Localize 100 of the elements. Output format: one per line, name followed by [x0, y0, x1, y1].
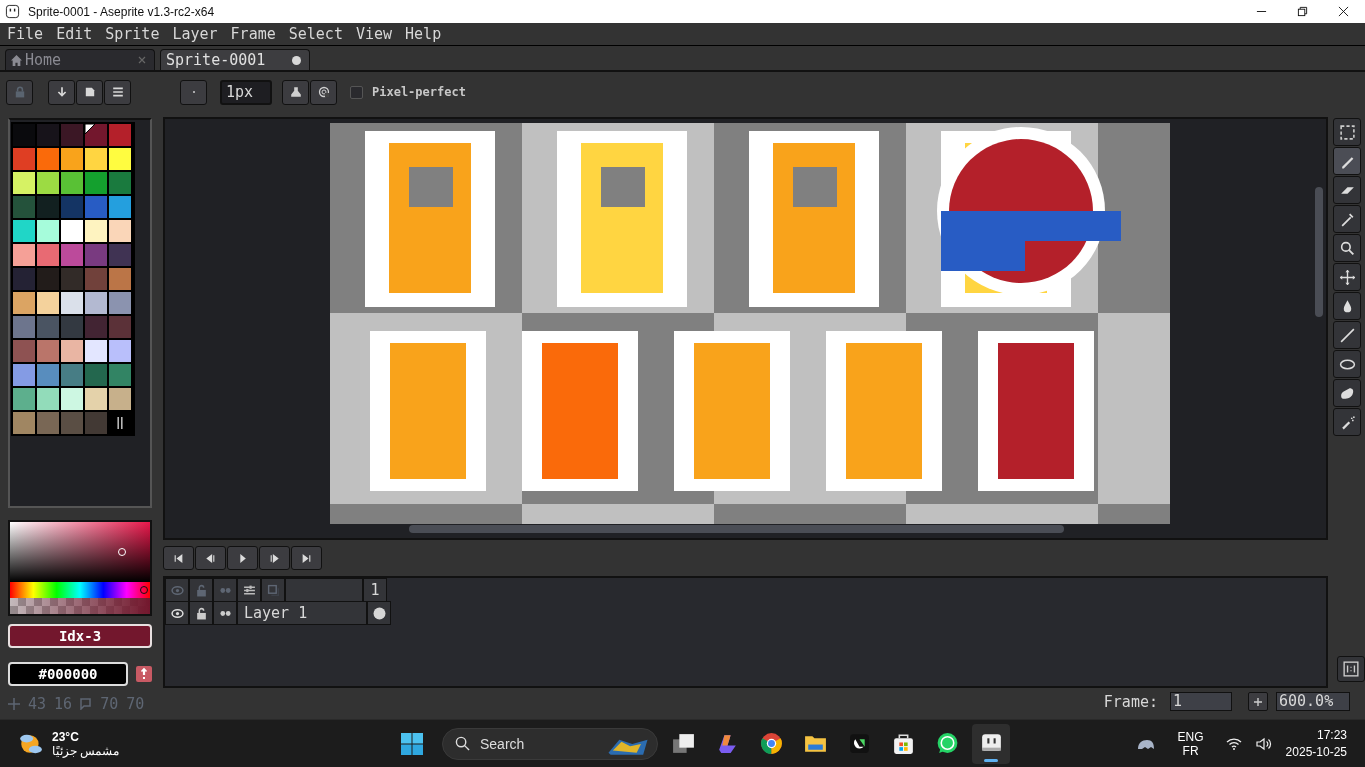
actual-size-button[interactable] — [1337, 656, 1365, 682]
canvas-editor[interactable] — [163, 117, 1328, 540]
menu-item[interactable]: Frame — [230, 25, 276, 43]
tool-button[interactable] — [1333, 379, 1361, 407]
palette-swatch[interactable] — [13, 316, 35, 338]
volume-icon[interactable] — [1255, 736, 1272, 751]
palette-swatch[interactable] — [61, 172, 83, 194]
palette-swatch[interactable] — [13, 196, 35, 218]
palette-swatch[interactable] — [85, 388, 107, 410]
palette-swatch[interactable] — [13, 340, 35, 362]
document-tab[interactable]: Sprite-0001 — [160, 49, 310, 70]
document-tab[interactable]: Home — [5, 49, 155, 70]
tool-button[interactable] — [1333, 350, 1361, 378]
palette-swatch[interactable] — [61, 196, 83, 218]
sliders-icon[interactable] — [242, 583, 256, 597]
palette-swatch[interactable] — [109, 268, 131, 290]
palette-swatch[interactable] — [109, 364, 131, 386]
palette-swatch[interactable] — [61, 124, 83, 146]
palette-swatch[interactable] — [13, 364, 35, 386]
warning-icon[interactable] — [136, 666, 152, 682]
previous-frame-button[interactable] — [195, 546, 226, 570]
lock-button[interactable] — [6, 79, 33, 105]
palette-swatch[interactable] — [61, 268, 83, 290]
brush-type-button[interactable] — [180, 79, 207, 105]
palette-swatch[interactable] — [37, 172, 59, 194]
last-frame-button[interactable] — [291, 546, 322, 570]
palette-swatch[interactable] — [37, 244, 59, 266]
menu-item[interactable]: Sprite — [105, 25, 160, 43]
menu-button[interactable] — [104, 79, 131, 105]
zoom-field[interactable]: 600.0% — [1276, 692, 1350, 711]
menu-item[interactable]: Edit — [56, 25, 93, 43]
palette-swatch[interactable] — [109, 124, 131, 146]
tool-button[interactable] — [1333, 321, 1361, 349]
eye-icon[interactable] — [170, 606, 184, 620]
palette-swatch[interactable] — [85, 148, 107, 170]
palette-swatch[interactable] — [85, 268, 107, 290]
palette-swatch[interactable] — [85, 412, 107, 434]
palette-swatch[interactable] — [85, 340, 107, 362]
palette-swatch[interactable] — [85, 220, 107, 242]
menu-item[interactable]: File — [7, 25, 44, 43]
tool-button[interactable] — [1333, 234, 1361, 262]
tool-button[interactable] — [1333, 176, 1361, 204]
palette-swatch[interactable] — [85, 244, 107, 266]
taskbar-app[interactable] — [972, 723, 1010, 764]
palette-swatch[interactable] — [13, 388, 35, 410]
vertical-scrollbar-thumb[interactable] — [1315, 187, 1323, 317]
first-frame-button[interactable] — [163, 546, 194, 570]
palette-swatch[interactable] — [61, 388, 83, 410]
wifi-icon[interactable] — [1225, 736, 1242, 751]
palette-swatch[interactable] — [13, 412, 35, 434]
palette-swatch[interactable] — [13, 172, 35, 194]
frame-overlay-icon[interactable] — [266, 583, 280, 597]
palette-swatch[interactable] — [109, 292, 131, 314]
add-frame-button[interactable] — [1248, 692, 1268, 711]
cel-dot-icon[interactable] — [372, 606, 386, 620]
pixel-perfect-checkbox[interactable] — [350, 85, 363, 99]
layer-name[interactable]: Layer 1 — [237, 601, 367, 625]
language-text[interactable]: ENG — [1177, 729, 1204, 744]
frame-number-header[interactable]: 1 — [363, 578, 387, 602]
tool-button[interactable] — [1333, 408, 1361, 436]
tool-button[interactable] — [1333, 118, 1361, 146]
tool-button[interactable] — [1333, 292, 1361, 320]
palette-swatch[interactable] — [109, 220, 131, 242]
palette-swatch[interactable] — [61, 340, 83, 362]
palette-swatch[interactable] — [85, 196, 107, 218]
palette-swatch[interactable] — [109, 148, 131, 170]
palette-swatch[interactable] — [109, 340, 131, 362]
palette-swatch[interactable] — [61, 244, 83, 266]
palette-swatch[interactable] — [37, 220, 59, 242]
palette-swatch[interactable] — [37, 268, 59, 290]
menu-item[interactable]: Layer — [172, 25, 218, 43]
palette-swatch[interactable] — [61, 148, 83, 170]
brush-size-field[interactable]: 1px — [220, 79, 272, 105]
close-icon[interactable] — [1338, 6, 1349, 17]
palette-swatch[interactable] — [37, 124, 59, 146]
ink-button[interactable] — [282, 79, 309, 105]
padlock-icon[interactable] — [194, 606, 208, 620]
palette-swatch[interactable] — [37, 364, 59, 386]
tool-button[interactable] — [1333, 147, 1361, 175]
keyboard-layout-text[interactable]: FR — [1182, 743, 1199, 758]
palette-swatch[interactable] — [37, 412, 59, 434]
maximize-icon[interactable] — [1297, 6, 1308, 17]
hex-color-field[interactable]: #000000 — [8, 662, 128, 686]
tool-button[interactable] — [1333, 205, 1361, 233]
palette-swatch[interactable] — [13, 268, 35, 290]
frame-field[interactable]: 1 — [1170, 692, 1232, 711]
palette-swatch[interactable] — [109, 172, 131, 194]
palette-swatch[interactable] — [61, 220, 83, 242]
clock-date[interactable]: 2025-10-25 — [1285, 745, 1347, 759]
start-icon[interactable] — [400, 731, 424, 756]
palette-swatch[interactable] — [37, 388, 59, 410]
palette-swatch[interactable] — [61, 316, 83, 338]
palette-swatch[interactable] — [13, 148, 35, 170]
horizontal-scrollbar-thumb[interactable] — [409, 525, 1064, 533]
palette-swatch[interactable] — [37, 196, 59, 218]
resize-handle-icon[interactable] — [116, 417, 124, 429]
pressure-button[interactable] — [310, 79, 337, 105]
palette-swatch[interactable] — [85, 124, 107, 146]
palette-swatch[interactable] — [61, 412, 83, 434]
palette-swatch[interactable] — [109, 316, 131, 338]
